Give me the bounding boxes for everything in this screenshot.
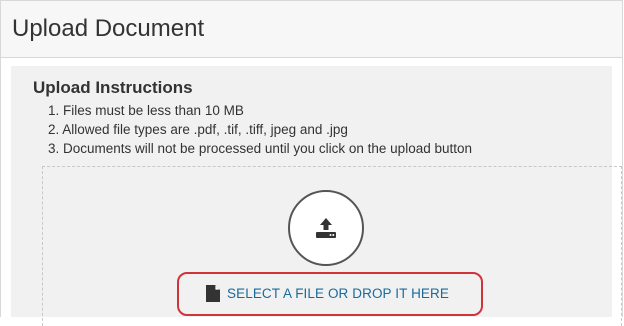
page-title: Upload Document xyxy=(12,15,205,42)
instruction-item: 3. Documents will not be processed until… xyxy=(48,141,472,156)
select-file-link[interactable]: SELECT A FILE OR DROP IT HERE xyxy=(206,285,449,302)
upload-icon xyxy=(316,218,336,238)
instruction-item: 1. Files must be less than 10 MB xyxy=(48,103,244,118)
panel-header: Upload Document xyxy=(1,0,622,58)
file-icon xyxy=(206,285,220,302)
upload-button[interactable] xyxy=(288,190,364,266)
select-file-label: SELECT A FILE OR DROP IT HERE xyxy=(227,286,449,301)
instruction-item: 2. Allowed file types are .pdf, .tif, .t… xyxy=(48,122,348,137)
instructions-title: Upload Instructions xyxy=(33,78,193,97)
instructions-list: 1. Files must be less than 10 MB 2. Allo… xyxy=(48,101,472,158)
